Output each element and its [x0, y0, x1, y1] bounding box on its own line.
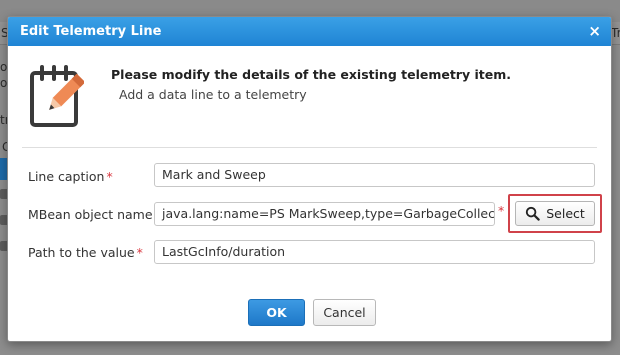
line-caption-input[interactable]: Mark and Sweep: [154, 163, 595, 187]
edit-document-icon: [30, 65, 84, 127]
path-to-value-label: Path to the value *: [28, 245, 143, 260]
ok-button[interactable]: OK: [248, 299, 305, 326]
intro-heading: Please modify the details of the existin…: [111, 67, 511, 82]
required-marker: *: [106, 169, 113, 184]
edit-telemetry-line-dialog: Edit Telemetry Line × Please modify the …: [7, 16, 612, 342]
required-marker: *: [136, 245, 143, 260]
path-to-value-input[interactable]: LastGcInfo/duration: [154, 240, 595, 264]
divider: [22, 147, 597, 148]
line-caption-label-text: Line caption: [28, 169, 105, 184]
line-caption-label: Line caption *: [28, 169, 113, 184]
required-marker: *: [498, 203, 505, 218]
select-button-label: Select: [546, 206, 585, 221]
cancel-button[interactable]: Cancel: [313, 299, 376, 326]
mbean-object-name-label: MBean object name: [28, 207, 153, 222]
path-to-value-label-text: Path to the value: [28, 245, 135, 260]
select-button[interactable]: Select: [515, 201, 595, 226]
close-button[interactable]: ×: [588, 24, 601, 39]
dialog-title: Edit Telemetry Line: [20, 24, 162, 39]
search-icon: [526, 206, 540, 221]
intro-subtext: Add a data line to a telemetry: [119, 87, 307, 102]
background-tab-fragment: Tr: [611, 26, 620, 40]
dialog-titlebar: Edit Telemetry Line ×: [8, 17, 611, 46]
intro-text: Please modify the details of the existin…: [111, 67, 591, 102]
mbean-object-name-input[interactable]: java.lang:name=PS MarkSweep,type=Garbage…: [154, 202, 495, 226]
